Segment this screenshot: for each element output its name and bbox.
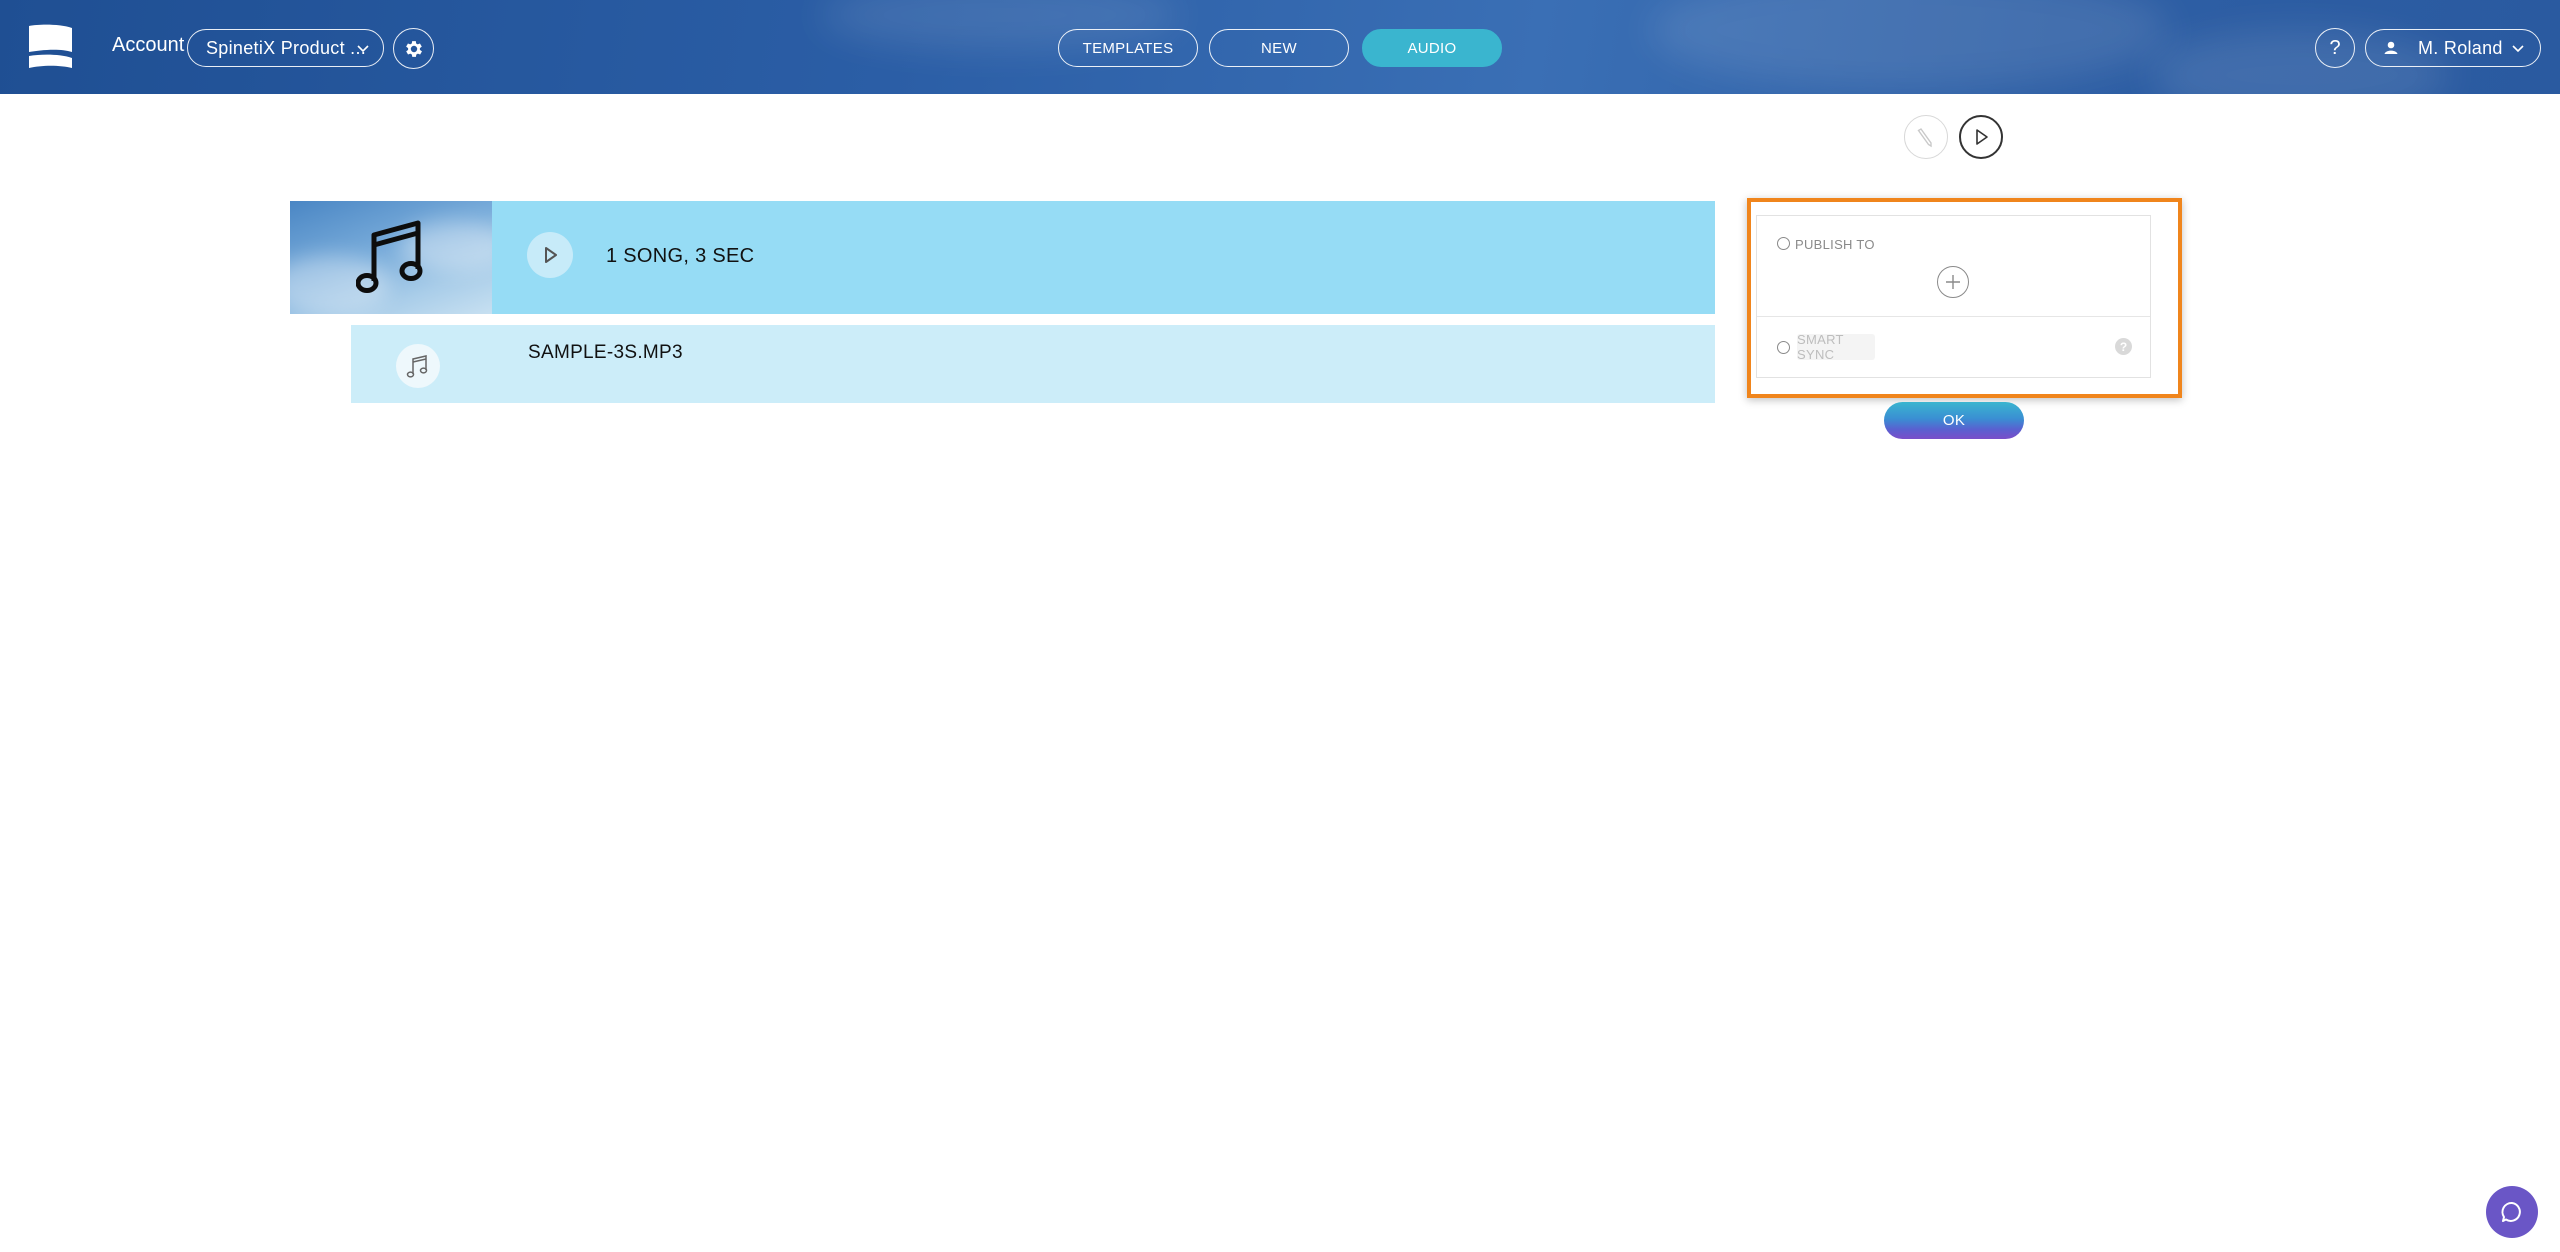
play-button[interactable] bbox=[1959, 115, 2003, 159]
tab-label: NEW bbox=[1261, 39, 1297, 57]
ok-button[interactable]: OK bbox=[1884, 402, 2024, 439]
playlist-play-button[interactable] bbox=[527, 232, 573, 278]
song-icon-badge bbox=[396, 344, 440, 388]
tab-new[interactable]: NEW bbox=[1209, 29, 1349, 67]
smart-sync-radio[interactable] bbox=[1777, 341, 1790, 354]
chat-bubble-icon bbox=[2501, 1202, 2521, 1222]
music-note-icon bbox=[406, 355, 428, 378]
help-label: ? bbox=[2329, 36, 2341, 59]
playlist-summary: 1 SONG, 3 SEC bbox=[606, 245, 755, 267]
tab-templates[interactable]: TEMPLATES bbox=[1058, 29, 1198, 67]
tab-audio[interactable]: AUDIO bbox=[1362, 29, 1502, 67]
smart-sync-help-icon[interactable]: ? bbox=[2115, 338, 2132, 355]
list-item[interactable]: SAMPLE-3S.MP3 bbox=[351, 325, 1715, 403]
edit-button[interactable] bbox=[1904, 115, 1948, 159]
music-notes-icon bbox=[356, 220, 423, 293]
chevron-down-icon bbox=[357, 45, 369, 53]
song-name: SAMPLE-3S.MP3 bbox=[528, 342, 683, 363]
smart-sync-label: SMART SYNC bbox=[1797, 332, 1844, 362]
plus-icon bbox=[1946, 275, 1960, 289]
user-icon bbox=[2384, 41, 2398, 54]
playlist-header[interactable]: 1 SONG, 3 SEC bbox=[290, 201, 1715, 314]
edit-icon bbox=[1917, 128, 1932, 148]
add-publish-target-button[interactable] bbox=[1937, 266, 1969, 298]
user-menu-button[interactable]: M. Roland bbox=[2365, 29, 2541, 67]
top-navigation-bar: Account SpinetiX Product ... TEMPLATES N… bbox=[0, 0, 2560, 120]
tab-label: AUDIO bbox=[1407, 39, 1457, 57]
account-select-value: SpinetiX Product ... bbox=[206, 37, 367, 58]
divider bbox=[1757, 316, 2150, 317]
publish-to-label: PUBLISH TO bbox=[1795, 237, 1875, 252]
account-label: Account bbox=[112, 34, 185, 56]
smart-sync-help-label: ? bbox=[2119, 339, 2128, 354]
play-icon bbox=[545, 247, 557, 263]
chevron-down-icon bbox=[2512, 45, 2524, 53]
settings-button[interactable] bbox=[393, 28, 434, 69]
publish-panel: PUBLISH TO SMART SYNC ? bbox=[1756, 215, 2151, 378]
user-name: M. Roland bbox=[2418, 37, 2503, 58]
playlist-thumbnail bbox=[290, 201, 492, 314]
account-select[interactable]: SpinetiX Product ... bbox=[187, 29, 384, 67]
gear-icon bbox=[405, 40, 422, 57]
background-cloud bbox=[1650, 0, 2170, 90]
play-icon bbox=[1976, 129, 1988, 145]
publish-radio[interactable] bbox=[1777, 237, 1790, 250]
ok-label: OK bbox=[1942, 412, 1966, 429]
app-logo[interactable] bbox=[26, 22, 76, 72]
smart-sync-button[interactable]: SMART SYNC bbox=[1797, 332, 1875, 362]
tab-label: TEMPLATES bbox=[1082, 39, 1174, 57]
help-button[interactable]: ? bbox=[2315, 28, 2355, 68]
chat-button[interactable] bbox=[2486, 1186, 2538, 1238]
